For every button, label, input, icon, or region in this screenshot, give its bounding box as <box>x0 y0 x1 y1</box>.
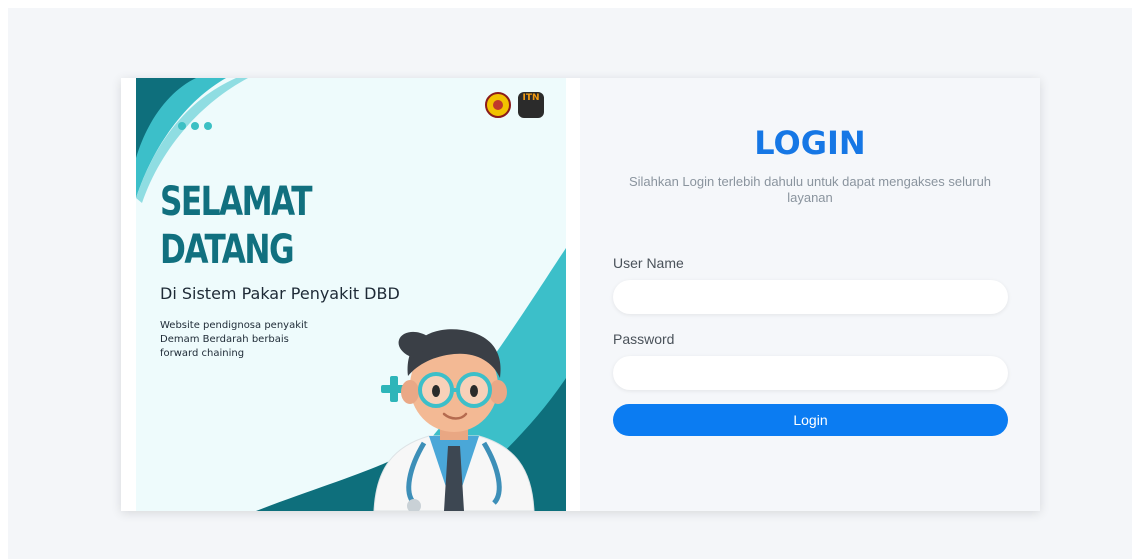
password-label: Password <box>613 331 675 347</box>
university-seal-icon <box>485 92 511 118</box>
logos: ITN <box>485 92 544 118</box>
login-title: LOGIN <box>754 124 866 162</box>
welcome-title-line2: DATANG <box>160 227 295 273</box>
login-button[interactable]: Login <box>613 404 1008 436</box>
page-background: ITN SELAMAT DATANG Di Sistem Pakar Penya… <box>8 8 1132 559</box>
banner-description: Website pendignosa penyakit Demam Berdar… <box>160 320 308 359</box>
login-card: ITN SELAMAT DATANG Di Sistem Pakar Penya… <box>121 78 1040 511</box>
login-panel: LOGIN Silahkan Login terlebih dahulu unt… <box>580 78 1040 511</box>
more-dots-icon <box>178 122 212 130</box>
welcome-banner: ITN SELAMAT DATANG Di Sistem Pakar Penya… <box>136 78 566 511</box>
institution-logo-icon: ITN <box>518 92 544 118</box>
doctor-illustration-icon <box>373 329 535 511</box>
login-subtitle: Silahkan Login terlebih dahulu untuk dap… <box>628 174 992 205</box>
welcome-title: SELAMAT DATANG <box>160 178 313 274</box>
username-input[interactable] <box>613 280 1008 314</box>
username-label: User Name <box>613 255 684 271</box>
welcome-title-line1: SELAMAT <box>160 179 313 225</box>
password-input[interactable] <box>613 356 1008 390</box>
